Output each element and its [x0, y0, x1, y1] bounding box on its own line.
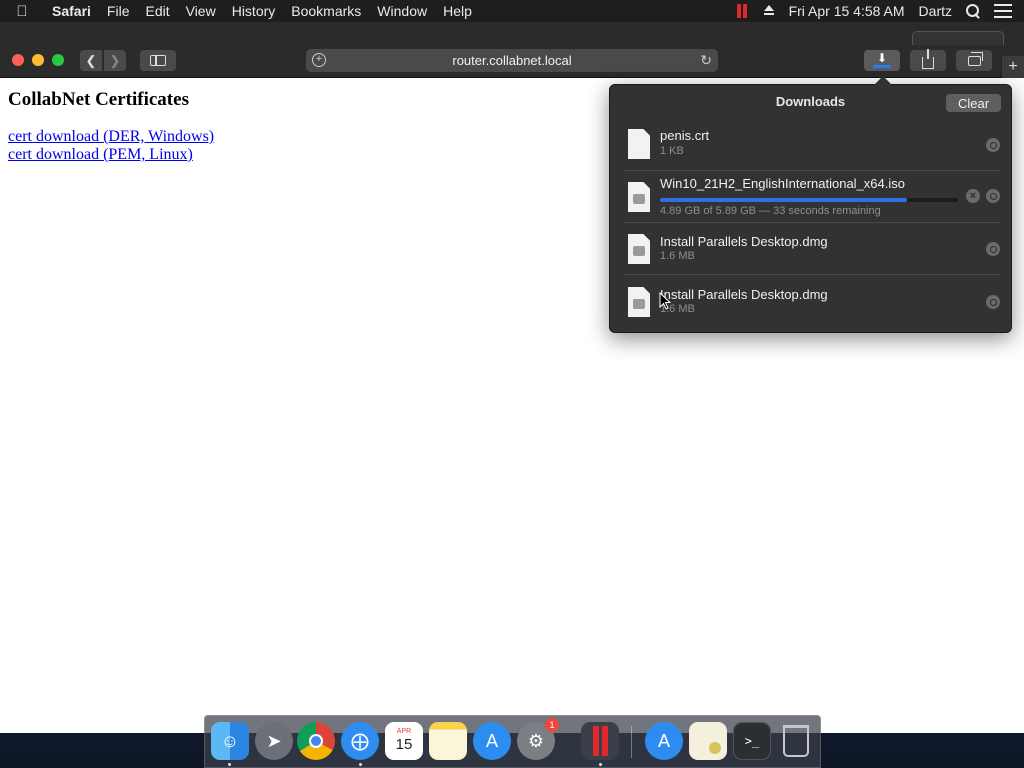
dock-separator — [631, 726, 632, 758]
terminal-icon[interactable]: >_ — [733, 722, 771, 760]
download-detail: 1.6 MB — [660, 250, 695, 262]
cancel-download-icon[interactable]: × — [966, 189, 980, 203]
forward-button[interactable]: ❯ — [104, 50, 126, 71]
download-detail: 4.89 GB of 5.89 GB — 33 seconds remainin… — [660, 205, 881, 217]
running-indicator — [599, 763, 602, 766]
cert-download-der-link[interactable]: cert download (DER, Windows) — [8, 128, 214, 146]
document-file-icon — [628, 129, 650, 159]
safari-icon[interactable]: ⨁ — [341, 722, 379, 760]
notification-badge: 1 — [545, 718, 559, 732]
eject-icon[interactable] — [763, 5, 775, 17]
download-filename: Install Parallels Desktop.dmg — [660, 234, 828, 249]
share-button[interactable] — [910, 48, 946, 71]
chrome-icon[interactable] — [297, 722, 335, 760]
menu-view[interactable]: View — [178, 0, 224, 22]
control-center-icon[interactable] — [994, 4, 1012, 18]
menu-edit[interactable]: Edit — [137, 0, 177, 22]
app-store-download-icon[interactable]: A — [645, 722, 683, 760]
parallels-icon[interactable] — [581, 722, 619, 760]
download-item[interactable]: Install Parallels Desktop.dmg 1.6 MB — [624, 223, 1000, 275]
launchpad-icon[interactable]: ➤ — [255, 722, 293, 760]
disk-image-file-icon — [628, 287, 650, 317]
download-detail: 1 KB — [660, 145, 684, 157]
download-progress-fill — [660, 198, 908, 202]
menu-bookmarks[interactable]: Bookmarks — [283, 0, 369, 22]
running-indicator — [228, 763, 231, 766]
menu-file[interactable]: File — [99, 0, 138, 22]
menu-app-safari[interactable]: Safari — [44, 0, 99, 22]
disk-image-file-icon — [628, 234, 650, 264]
dock: ☺ ➤ ⨁ APR 15 A ⚙ 1 A >_ — [204, 715, 821, 768]
calendar-month: APR — [396, 728, 412, 735]
tabs-icon — [967, 51, 983, 66]
download-filename: Install Parallels Desktop.dmg — [660, 287, 828, 302]
certificate-file-icon[interactable] — [689, 722, 727, 760]
clear-downloads-button[interactable]: Clear — [946, 94, 1001, 112]
calendar-icon[interactable]: APR 15 — [385, 722, 423, 760]
address-bar[interactable]: + router.collabnet.local ↻ — [306, 49, 718, 72]
chevron-right-icon: ❯ — [109, 52, 121, 68]
close-window-button[interactable] — [12, 54, 24, 66]
spotlight-search-icon[interactable] — [966, 4, 980, 18]
safari-toolbar: ❮ ❯ + router.collabnet.local ↻ ⬇ + — [0, 22, 1024, 78]
download-item-active[interactable]: Win10_21H2_EnglishInternational_x64.iso … — [624, 171, 1000, 223]
show-in-finder-icon[interactable] — [986, 138, 1000, 152]
sidebar-toggle-button[interactable] — [140, 50, 176, 71]
running-indicator — [359, 763, 362, 766]
plus-icon: + — [1008, 58, 1018, 75]
system-preferences-icon[interactable]: ⚙ 1 — [517, 718, 559, 760]
finder-icon[interactable]: ☺ — [211, 722, 249, 760]
show-in-finder-icon[interactable] — [986, 295, 1000, 309]
calendar-day: 15 — [395, 736, 413, 753]
tab-overview-hint — [912, 31, 1004, 45]
download-icon: ⬇ — [872, 51, 892, 69]
menubar-clock[interactable]: Fri Apr 15 4:58 AM — [789, 3, 905, 19]
download-filename: Win10_21H2_EnglishInternational_x64.iso — [660, 176, 905, 191]
cert-download-pem-link[interactable]: cert download (PEM, Linux) — [8, 146, 193, 164]
sidebar-icon — [150, 55, 166, 66]
menu-history[interactable]: History — [224, 0, 284, 22]
address-url: router.collabnet.local — [452, 53, 572, 68]
downloads-button[interactable]: ⬇ — [864, 50, 900, 71]
minimize-window-button[interactable] — [32, 54, 44, 66]
download-item[interactable]: penis.crt 1 KB — [624, 119, 1000, 171]
page-title: CollabNet Certificates — [8, 89, 189, 110]
add-bookmark-icon[interactable]: + — [312, 53, 326, 67]
show-in-finder-icon[interactable] — [986, 242, 1000, 256]
menu-window[interactable]: Window — [369, 0, 435, 22]
zoom-window-button[interactable] — [52, 54, 64, 66]
menu-bar:  Safari File Edit View History Bookmark… — [0, 0, 1024, 22]
menubar-user[interactable]: Dartz — [919, 3, 952, 19]
tab-overview-button[interactable] — [956, 50, 992, 71]
trash-icon[interactable] — [777, 722, 815, 760]
menu-help[interactable]: Help — [435, 0, 480, 22]
disk-image-file-icon — [628, 182, 650, 212]
parallels-status-icon[interactable] — [736, 4, 749, 18]
apple-menu-icon[interactable]:  — [0, 3, 44, 20]
download-progress-bar — [660, 198, 958, 202]
notes-icon[interactable] — [429, 722, 467, 760]
app-store-icon[interactable]: A — [473, 722, 511, 760]
new-tab-button[interactable]: + — [1001, 56, 1024, 78]
show-in-finder-icon[interactable] — [986, 189, 1000, 203]
download-filename: penis.crt — [660, 128, 710, 143]
back-button[interactable]: ❮ — [80, 50, 102, 71]
chevron-left-icon: ❮ — [85, 52, 97, 68]
download-item[interactable]: Install Parallels Desktop.dmg 1.6 MB — [624, 275, 1000, 327]
share-icon — [922, 48, 934, 69]
reload-icon[interactable]: ↻ — [700, 52, 712, 69]
